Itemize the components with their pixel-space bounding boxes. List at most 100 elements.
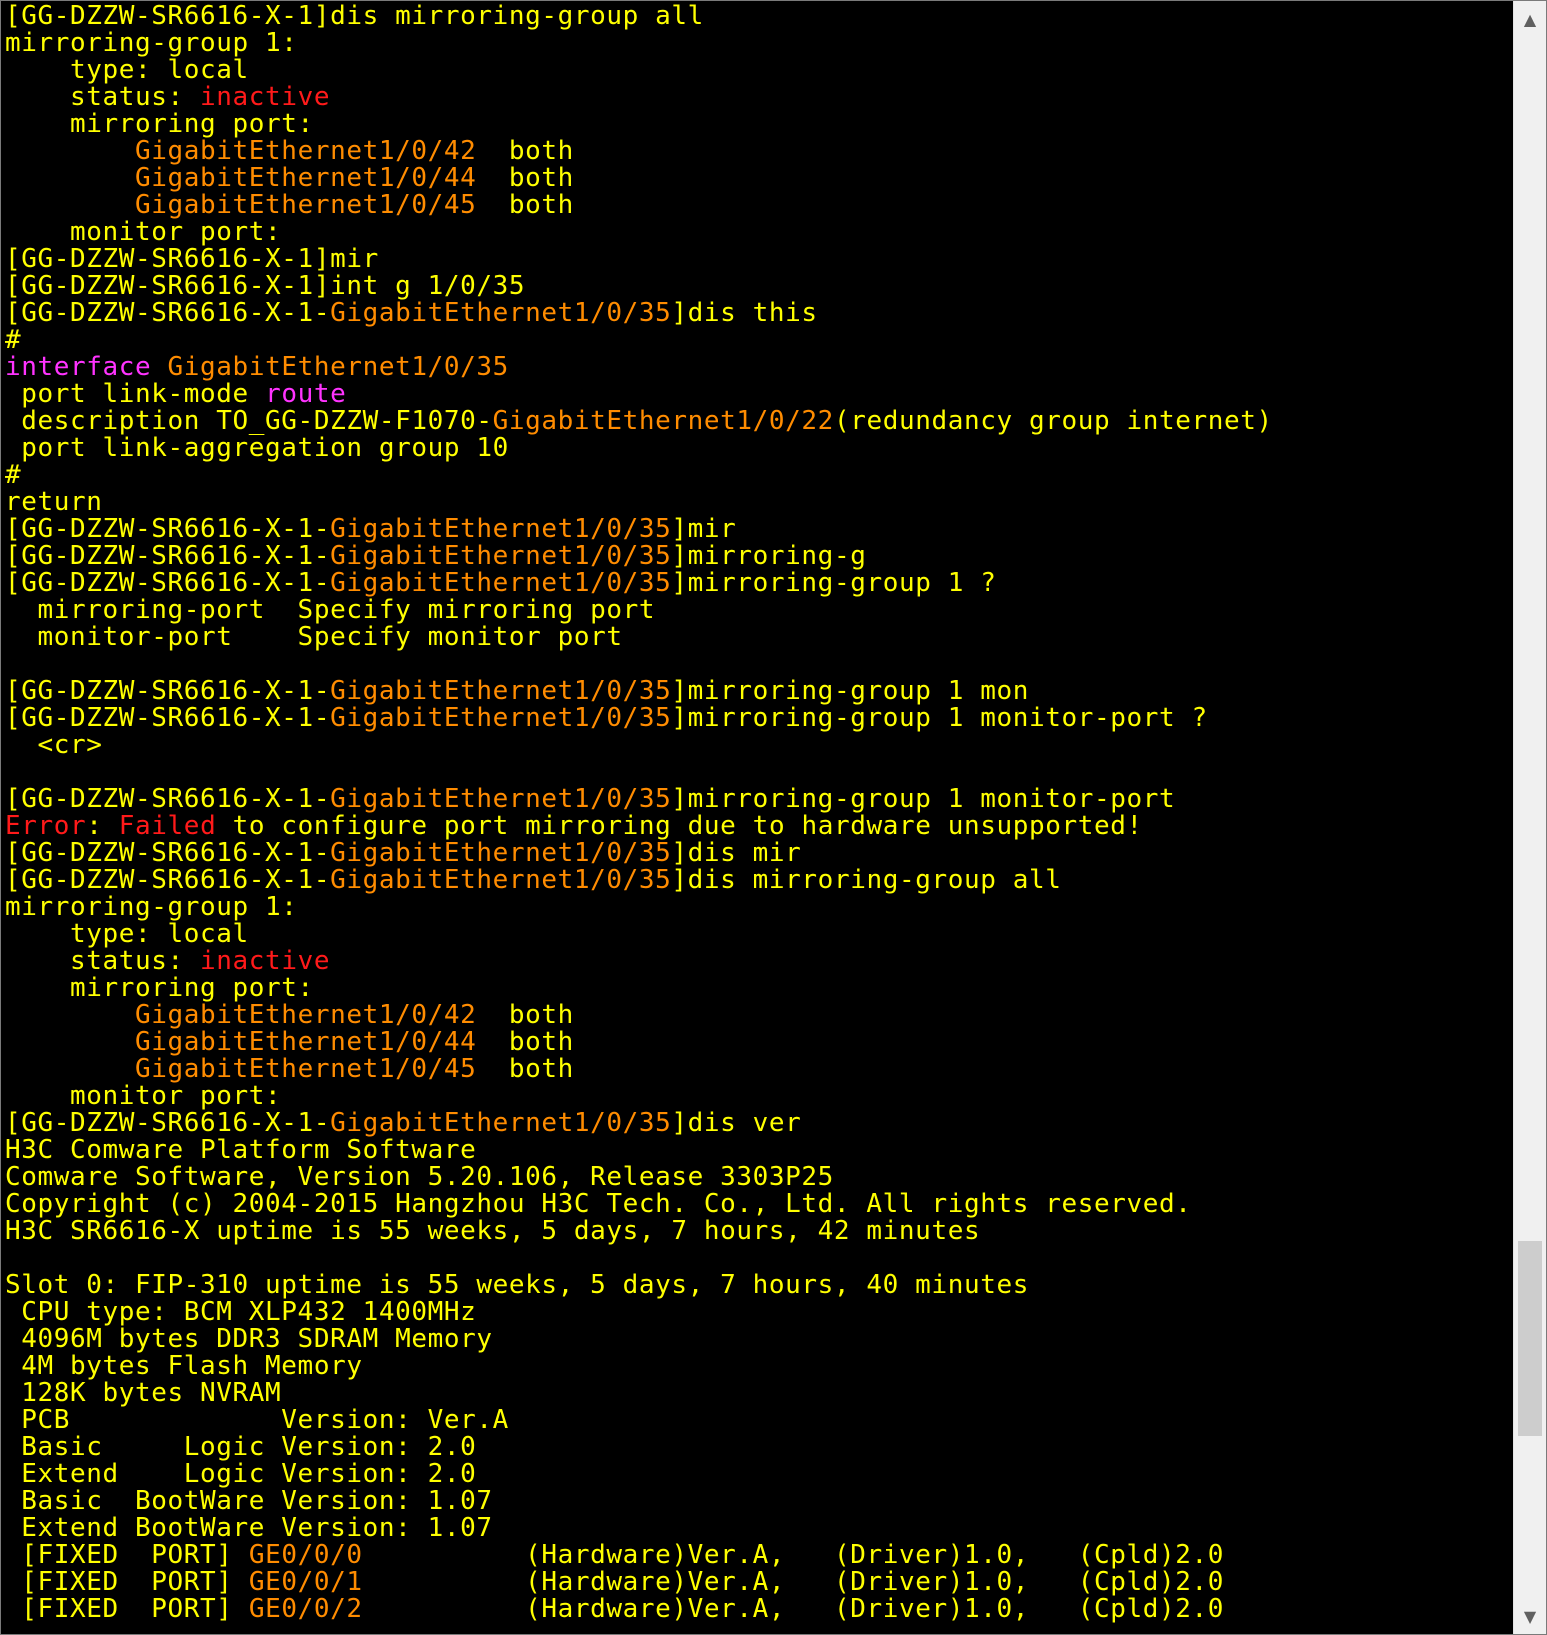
terminal-line: H3C Comware Platform Software (5, 1137, 1510, 1164)
terminal-line: [GG-DZZW-SR6616-X-1-GigabitEthernet1/0/3… (5, 678, 1510, 705)
terminal-text: port link-mode (5, 379, 266, 409)
terminal-text: both (476, 1027, 574, 1057)
terminal-text: GigabitEthernet1/0/35 (330, 703, 672, 733)
terminal-text: CPU type: BCM XLP432 1400MHz (5, 1297, 477, 1327)
scroll-down-arrow-icon[interactable]: ▼ (1514, 1600, 1546, 1632)
terminal-line: [GG-DZZW-SR6616-X-1]dis mirroring-group … (5, 3, 1510, 30)
terminal-line: monitor port: (5, 1083, 1510, 1110)
terminal-text: return (5, 487, 103, 517)
terminal-line: status: inactive (5, 948, 1510, 975)
terminal-line: monitor port: (5, 219, 1510, 246)
terminal-line: status: inactive (5, 84, 1510, 111)
terminal-line: [GG-DZZW-SR6616-X-1-GigabitEthernet1/0/3… (5, 543, 1510, 570)
terminal-line: [FIXED PORT] GE0/0/2 (Hardware)Ver.A, (D… (5, 1596, 1510, 1623)
terminal-line: GigabitEthernet1/0/45 both (5, 192, 1510, 219)
terminal-text: GE0/0/2 (248, 1594, 363, 1624)
terminal-text: H3C Comware Platform Software (5, 1135, 477, 1165)
terminal-text: GigabitEthernet1/0/35 (330, 676, 672, 706)
terminal-text: monitor-port Specify monitor port (5, 622, 623, 652)
terminal-line: monitor-port Specify monitor port (5, 624, 1510, 651)
terminal-line: [GG-DZZW-SR6616-X-1-GigabitEthernet1/0/3… (5, 786, 1510, 813)
terminal-line: GigabitEthernet1/0/44 both (5, 1029, 1510, 1056)
terminal-line: [FIXED PORT] GE0/0/0 (Hardware)Ver.A, (D… (5, 1542, 1510, 1569)
terminal-text: inactive (200, 82, 331, 112)
terminal-text: GigabitEthernet1/0/35 (330, 1108, 672, 1138)
terminal-line: mirroring port: (5, 975, 1510, 1002)
terminal-text: Error (5, 811, 87, 841)
terminal-text: Comware Software, Version 5.20.106, Rele… (5, 1162, 834, 1192)
terminal-text: GigabitEthernet1/0/42 (135, 1000, 477, 1030)
terminal-line: GigabitEthernet1/0/42 both (5, 1002, 1510, 1029)
terminal-text: ]mirroring-group 1 mon (671, 676, 1029, 706)
terminal-line: [GG-DZZW-SR6616-X-1-GigabitEthernet1/0/3… (5, 705, 1510, 732)
terminal-text: mirroring port: (5, 973, 314, 1003)
terminal-line: CPU type: BCM XLP432 1400MHz (5, 1299, 1510, 1326)
terminal-text: [GG-DZZW-SR6616-X-1- (5, 514, 331, 544)
terminal-text: H3C SR6616-X uptime is 55 weeks, 5 days,… (5, 1216, 981, 1246)
terminal-text: GigabitEthernet1/0/42 (135, 136, 477, 166)
terminal-text: GigabitEthernet1/0/35 (330, 865, 672, 895)
terminal-text: [FIXED PORT] (5, 1594, 249, 1624)
terminal-text: route (265, 379, 347, 409)
terminal-line: port link-mode route (5, 381, 1510, 408)
terminal-text: GigabitEthernet1/0/45 (135, 190, 477, 220)
terminal-text: mirroring-group 1: (5, 28, 298, 58)
terminal-text: ]dis this (671, 298, 818, 328)
terminal-text: [GG-DZZW-SR6616-X-1- (5, 568, 331, 598)
terminal-text: ]mirroring-g (671, 541, 867, 571)
terminal-text: GigabitEthernet1/0/44 (135, 163, 477, 193)
terminal-text: GigabitEthernet1/0/45 (135, 1054, 477, 1084)
terminal-text: [GG-DZZW-SR6616-X-1- (5, 541, 331, 571)
terminal-text: inactive (200, 946, 331, 976)
terminal-line: mirroring port: (5, 111, 1510, 138)
terminal-text: (Hardware)Ver.A, (Driver)1.0, (Cpld)2.0 (362, 1567, 1225, 1597)
terminal-text: mirroring-group 1: (5, 892, 298, 922)
terminal-text: Extend BootWare Version: 1.07 (5, 1513, 493, 1543)
terminal-text: mirroring-port Specify mirroring port (5, 595, 656, 625)
terminal-output[interactable]: [GG-DZZW-SR6616-X-1]dis mirroring-group … (5, 3, 1510, 1633)
terminal-text: both (476, 136, 574, 166)
terminal-text: [GG-DZZW-SR6616-X-1]mir (5, 244, 379, 274)
terminal-line: [FIXED PORT] GE0/0/1 (Hardware)Ver.A, (D… (5, 1569, 1510, 1596)
terminal-text: ]mir (671, 514, 737, 544)
scrollbar-track[interactable] (1514, 35, 1546, 1600)
terminal-line: PCB Version: Ver.A (5, 1407, 1510, 1434)
terminal-text: description TO_GG-DZZW-F1070- (5, 406, 493, 436)
terminal-line: description TO_GG-DZZW-F1070-GigabitEthe… (5, 408, 1510, 435)
terminal-line: [GG-DZZW-SR6616-X-1]int g 1/0/35 (5, 273, 1510, 300)
terminal-text: ]dis ver (671, 1108, 802, 1138)
terminal-text: (Hardware)Ver.A, (Driver)1.0, (Cpld)2.0 (362, 1540, 1225, 1570)
terminal-line: Comware Software, Version 5.20.106, Rele… (5, 1164, 1510, 1191)
terminal-text: Copyright (c) 2004-2015 Hangzhou H3C Tec… (5, 1189, 1192, 1219)
vertical-scrollbar[interactable]: ▲ ▼ (1513, 1, 1546, 1634)
terminal-line: [GG-DZZW-SR6616-X-1-GigabitEthernet1/0/3… (5, 840, 1510, 867)
terminal-text: # (5, 325, 22, 355)
terminal-text: 4M bytes Flash Memory (5, 1351, 363, 1381)
terminal-text: mirroring port: (5, 109, 314, 139)
scroll-up-arrow-icon[interactable]: ▲ (1514, 3, 1546, 35)
terminal-line: Copyright (c) 2004-2015 Hangzhou H3C Tec… (5, 1191, 1510, 1218)
terminal-text: (redundancy group internet) (833, 406, 1273, 436)
terminal-text: ]dis mir (671, 838, 802, 868)
terminal-text: port link-aggregation group 10 (5, 433, 509, 463)
scrollbar-thumb[interactable] (1518, 1241, 1542, 1436)
terminal-line: mirroring-group 1: (5, 894, 1510, 921)
terminal-line: GigabitEthernet1/0/44 both (5, 165, 1510, 192)
terminal-text: PCB Version: Ver.A (5, 1405, 509, 1435)
terminal-text: 4096M bytes DDR3 SDRAM Memory (5, 1324, 493, 1354)
terminal-text: 128K bytes NVRAM (5, 1378, 282, 1408)
terminal-line: [GG-DZZW-SR6616-X-1-GigabitEthernet1/0/3… (5, 867, 1510, 894)
terminal-line: 4M bytes Flash Memory (5, 1353, 1510, 1380)
terminal-text: (Hardware)Ver.A, (Driver)1.0, (Cpld)2.0 (362, 1594, 1225, 1624)
terminal-text: both (476, 190, 574, 220)
terminal-text: Basic BootWare Version: 1.07 (5, 1486, 493, 1516)
terminal-line: Extend BootWare Version: 1.07 (5, 1515, 1510, 1542)
terminal-text: interface (5, 352, 168, 382)
terminal-line: Extend Logic Version: 2.0 (5, 1461, 1510, 1488)
